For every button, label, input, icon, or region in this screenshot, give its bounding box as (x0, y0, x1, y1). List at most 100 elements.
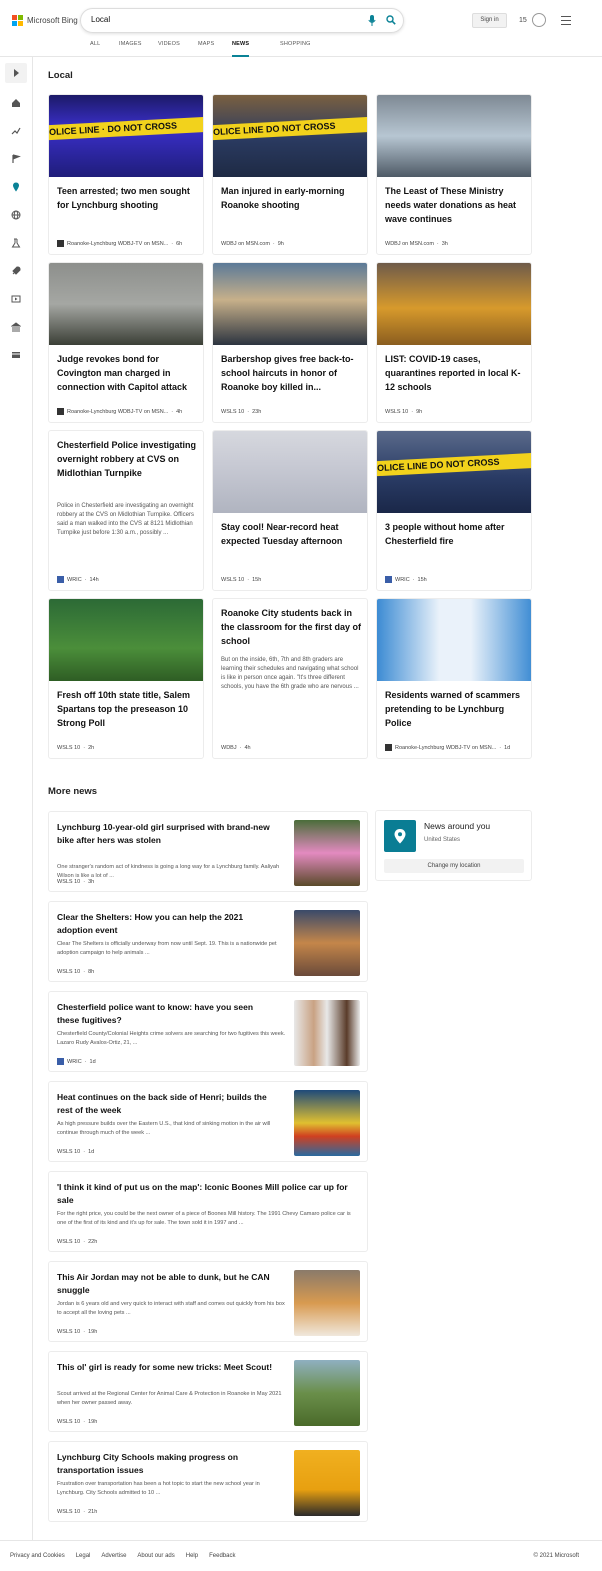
more-news-source[interactable]: WSLS 10 · 19h (57, 1419, 97, 1425)
home-icon[interactable] (11, 95, 21, 107)
news-card-image[interactable]: POLICE LINE · DO NOT CROSS (49, 95, 203, 177)
news-card[interactable]: Stay cool! Near-record heat expected Tue… (212, 430, 368, 591)
news-card-image[interactable] (377, 263, 531, 345)
news-card-title[interactable]: Teen arrested; two men sought for Lynchb… (57, 184, 199, 212)
news-card-image[interactable] (213, 263, 367, 345)
news-card[interactable]: POLICE LINE DO NOT CROSS 3 people without… (376, 430, 532, 591)
more-news-item[interactable]: Lynchburg City Schools making progress o… (48, 1441, 368, 1522)
news-card-source[interactable]: WSLS 10 · 15h (221, 577, 261, 583)
expand-sidebar-button[interactable] (5, 63, 27, 83)
news-card-source[interactable]: WDBJ · 4h (221, 745, 251, 751)
flag-icon[interactable] (11, 151, 21, 163)
more-news-thumbnail[interactable] (294, 910, 360, 976)
tab-shopping[interactable]: SHOPPING (280, 41, 311, 57)
more-news-thumbnail[interactable] (294, 1450, 360, 1516)
news-card-source[interactable]: WSLS 10 · 9h (385, 409, 422, 415)
news-card[interactable]: Judge revokes bond for Covington man cha… (48, 262, 204, 423)
news-card-title[interactable]: Stay cool! Near-record heat expected Tue… (221, 520, 363, 548)
more-news-item[interactable]: This Air Jordan may not be able to dunk,… (48, 1261, 368, 1342)
tab-news[interactable]: NEWS (232, 41, 250, 57)
hamburger-menu-icon[interactable] (561, 16, 571, 28)
more-news-thumbnail[interactable] (294, 1090, 360, 1156)
news-card-source[interactable]: Roanoke-Lynchburg WDBJ-TV on MSN... · 4h (57, 408, 182, 415)
news-card-source[interactable]: WSLS 10 · 2h (57, 745, 94, 751)
news-card[interactable]: LIST: COVID-19 cases, quarantines report… (376, 262, 532, 423)
news-card-title[interactable]: Roanoke City students back in the classr… (221, 606, 363, 648)
news-card-source[interactable]: WDBJ on MSN.com · 3h (385, 241, 448, 247)
footer-link-feedback[interactable]: Feedback (209, 1553, 235, 1559)
more-news-source[interactable]: WSLS 10 · 1d (57, 1149, 94, 1155)
card-icon[interactable] (11, 347, 21, 358)
more-news-thumbnail[interactable] (294, 820, 360, 886)
more-news-title[interactable]: This Air Jordan may not be able to dunk,… (57, 1271, 277, 1297)
news-card-title[interactable]: Chesterfield Police investigating overni… (57, 438, 199, 480)
news-card[interactable]: POLICE LINE · DO NOT CROSS Teen arrested;… (48, 94, 204, 255)
news-card[interactable]: Residents warned of scammers pretending … (376, 598, 532, 759)
trending-icon[interactable] (11, 123, 21, 135)
more-news-source[interactable]: WSLS 10 · 8h (57, 969, 94, 975)
news-card-source[interactable]: Roanoke-Lynchburg WDBJ-TV on MSN... · 6h (57, 240, 182, 247)
news-card-source[interactable]: WRIC · 14h (57, 576, 99, 583)
news-card-title[interactable]: Judge revokes bond for Covington man cha… (57, 352, 199, 394)
more-news-title[interactable]: Chesterfield police want to know: have y… (57, 1001, 277, 1027)
tab-images[interactable]: IMAGES (119, 41, 142, 57)
more-news-item[interactable]: 'I think it kind of put us on the map': … (48, 1171, 368, 1252)
tab-all[interactable]: ALL (90, 41, 100, 57)
more-news-item[interactable]: Clear the Shelters: How you can help the… (48, 901, 368, 982)
news-card[interactable]: Fresh off 10th state title, Salem Sparta… (48, 598, 204, 759)
news-card-image[interactable] (377, 95, 531, 177)
more-news-item[interactable]: Chesterfield police want to know: have y… (48, 991, 368, 1072)
news-card-source[interactable]: WSLS 10 · 23h (221, 409, 261, 415)
news-card[interactable]: Barbershop gives free back-to-school hai… (212, 262, 368, 423)
more-news-item[interactable]: Heat continues on the back side of Henri… (48, 1081, 368, 1162)
more-news-title[interactable]: 'I think it kind of put us on the map': … (57, 1181, 357, 1207)
more-news-item[interactable]: Lynchburg 10-year-old girl surprised wit… (48, 811, 368, 892)
news-card-source[interactable]: WRIC · 15h (385, 576, 427, 583)
more-news-source[interactable]: WSLS 10 · 21h (57, 1509, 97, 1515)
more-news-title[interactable]: Clear the Shelters: How you can help the… (57, 911, 277, 937)
rewards-icon[interactable] (532, 13, 546, 27)
news-card-title[interactable]: 3 people without home after Chesterfield… (385, 520, 527, 548)
microphone-icon[interactable] (368, 15, 376, 26)
news-card-title[interactable]: Barbershop gives free back-to-school hai… (221, 352, 363, 394)
footer-link-legal[interactable]: Legal (76, 1553, 91, 1559)
news-card-title[interactable]: The Least of These Ministry needs water … (385, 184, 527, 226)
more-news-source[interactable]: WSLS 10 · 3h (57, 879, 94, 885)
more-news-title[interactable]: This ol' girl is ready for some new tric… (57, 1361, 277, 1374)
more-news-title[interactable]: Lynchburg 10-year-old girl surprised wit… (57, 821, 277, 847)
bing-logo[interactable]: Microsoft Bing (12, 15, 78, 26)
bank-icon[interactable] (10, 319, 22, 332)
footer-link-advertise[interactable]: Advertise (101, 1553, 126, 1559)
news-card[interactable]: The Least of These Ministry needs water … (376, 94, 532, 255)
location-icon[interactable] (11, 179, 21, 192)
tab-videos[interactable]: VIDEOS (158, 41, 180, 57)
news-card-image[interactable] (377, 599, 531, 681)
change-location-button[interactable]: Change my location (384, 859, 524, 873)
news-card[interactable]: POLICE LINE DO NOT CROSS Man injured in e… (212, 94, 368, 255)
news-card-title[interactable]: LIST: COVID-19 cases, quarantines report… (385, 352, 527, 394)
news-card-title[interactable]: Man injured in early-morning Roanoke sho… (221, 184, 363, 212)
news-card-image[interactable]: POLICE LINE DO NOT CROSS (213, 95, 367, 177)
science-icon[interactable] (11, 235, 21, 248)
news-card-image[interactable] (213, 431, 367, 513)
news-card-title[interactable]: Fresh off 10th state title, Salem Sparta… (57, 688, 199, 730)
news-card[interactable]: Roanoke City students back in the classr… (212, 598, 368, 759)
more-news-thumbnail[interactable] (294, 1000, 360, 1066)
news-card-title[interactable]: Residents warned of scammers pretending … (385, 688, 527, 730)
search-icon[interactable] (386, 15, 396, 25)
news-card-image[interactable]: POLICE LINE DO NOT CROSS (377, 431, 531, 513)
globe-icon[interactable] (11, 207, 21, 220)
more-news-item[interactable]: This ol' girl is ready for some new tric… (48, 1351, 368, 1432)
footer-link-privacy-and-cookies[interactable]: Privacy and Cookies (10, 1553, 65, 1559)
more-news-source[interactable]: WSLS 10 · 22h (57, 1239, 97, 1245)
news-card[interactable]: Chesterfield Police investigating overni… (48, 430, 204, 591)
more-news-thumbnail[interactable] (294, 1270, 360, 1336)
more-news-source[interactable]: WSLS 10 · 19h (57, 1329, 97, 1335)
news-card-source[interactable]: Roanoke-Lynchburg WDBJ-TV on MSN... · 1d (385, 744, 510, 751)
rewards-count[interactable]: 15 (519, 17, 527, 24)
footer-link-help[interactable]: Help (186, 1553, 198, 1559)
more-news-source[interactable]: WRIC · 1d (57, 1058, 96, 1065)
video-icon[interactable] (11, 291, 21, 303)
footer-link-about-our-ads[interactable]: About our ads (137, 1553, 174, 1559)
more-news-title[interactable]: Heat continues on the back side of Henri… (57, 1091, 277, 1117)
